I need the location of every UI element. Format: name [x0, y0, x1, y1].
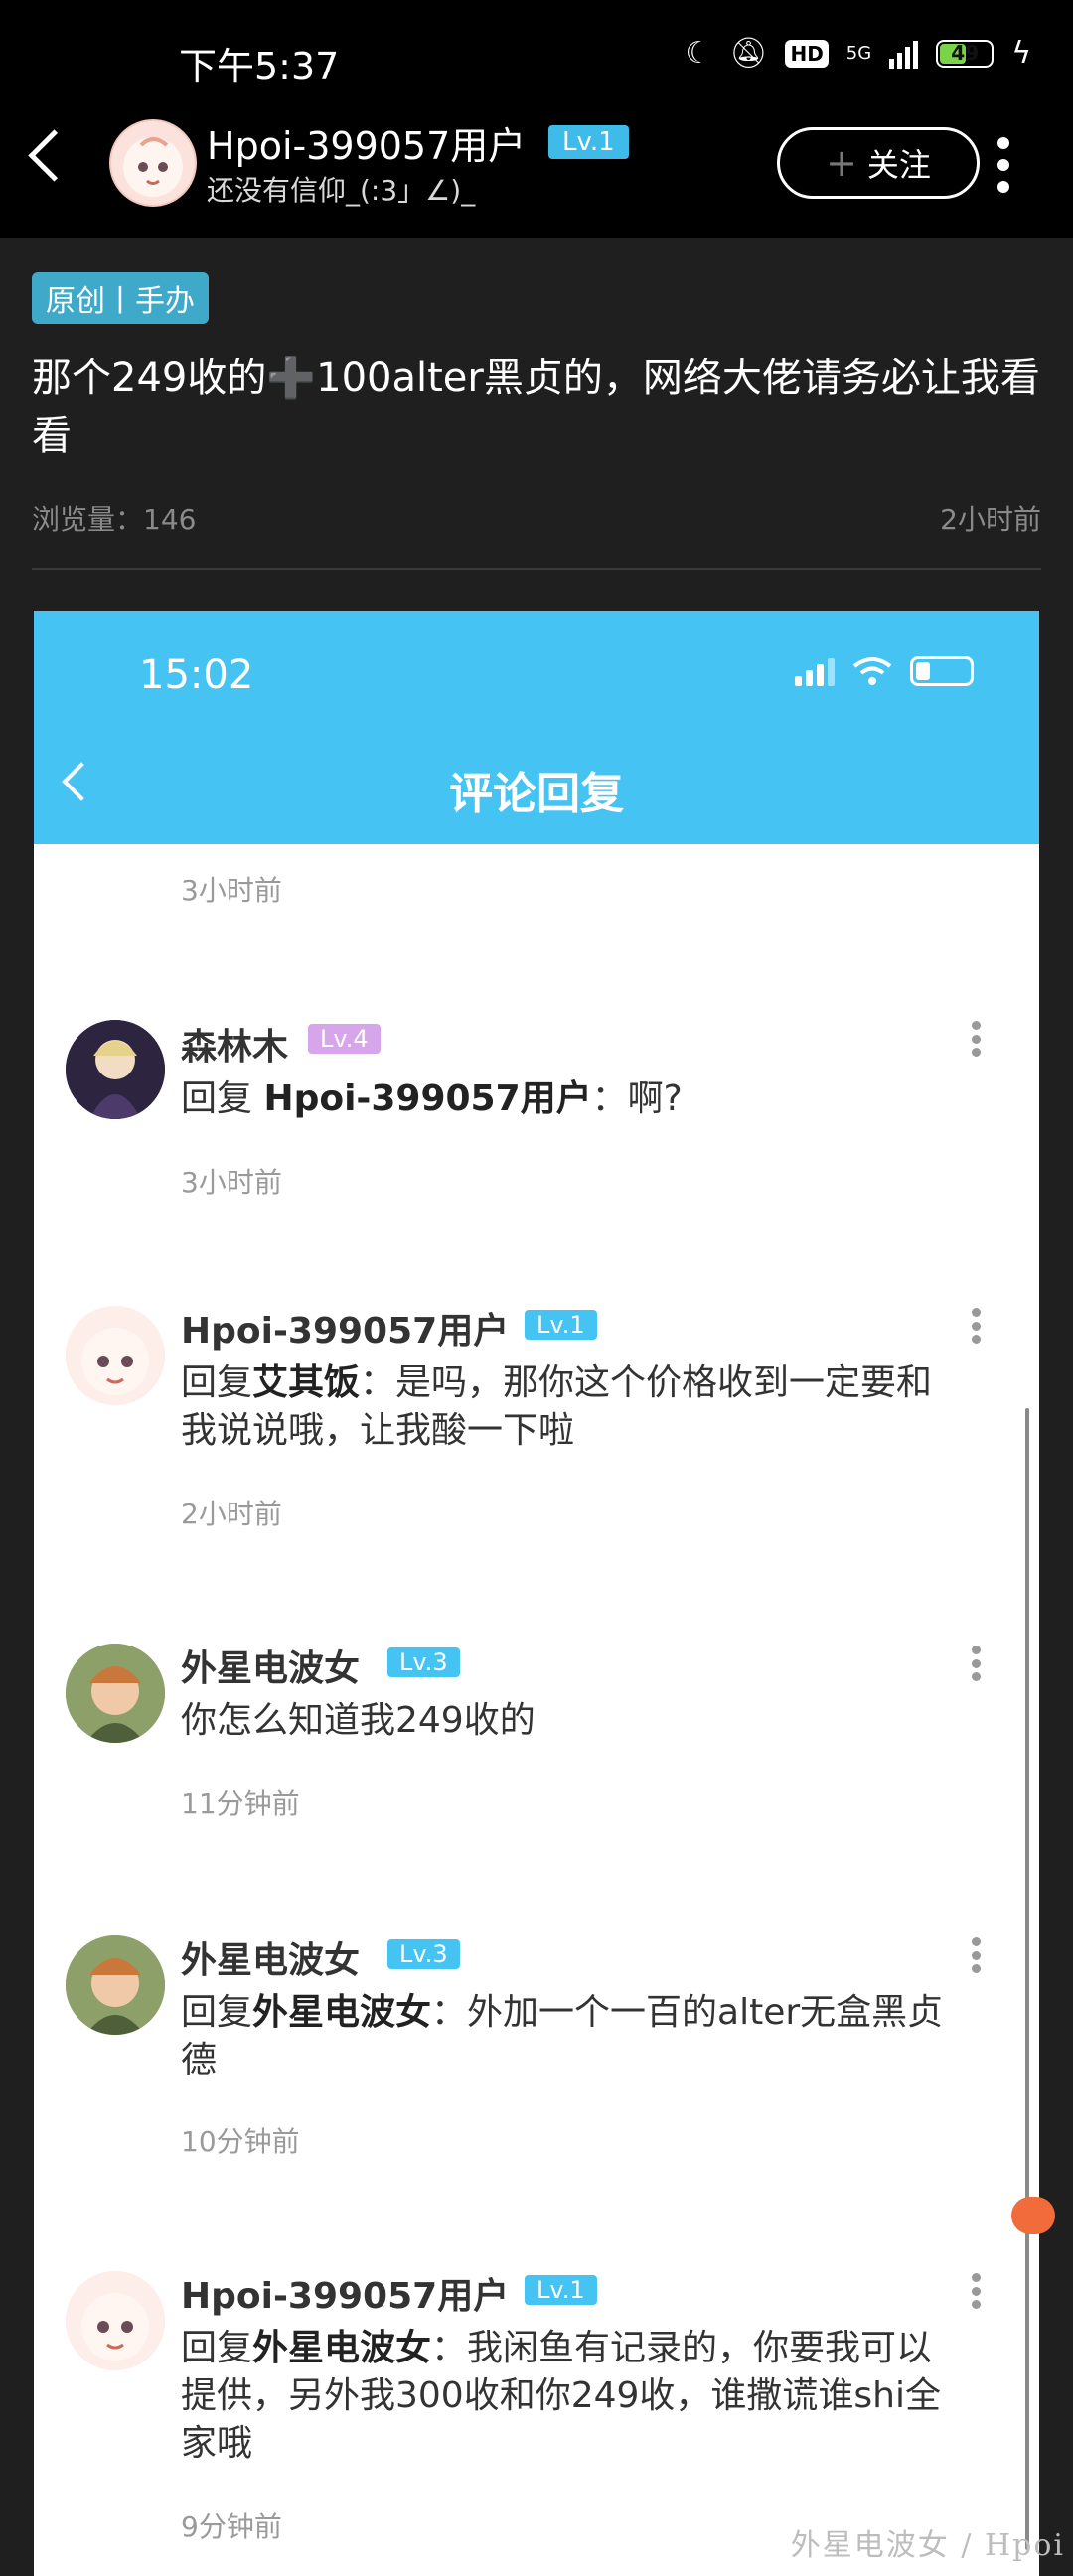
post-tag[interactable]: 原创丨手办: [32, 272, 209, 324]
post-time: 2小时前: [940, 503, 1041, 536]
comment-more-icon: [972, 1937, 982, 1973]
battery-icon: 49: [936, 39, 995, 68]
image-status-time: 15:02: [139, 652, 254, 698]
signal-icon: [795, 656, 835, 686]
avatar: [66, 1020, 165, 1119]
comment-author: Hpoi-399057用户: [181, 2276, 510, 2317]
divider: [32, 568, 1041, 570]
comment-time: 10分钟前: [181, 2125, 300, 2158]
comment-author: 外星电波女: [181, 1648, 361, 1689]
level-badge: Lv.1: [548, 125, 629, 159]
post-title: 那个249收的➕100alter黑贞的，网络大佬请务必让我看看: [32, 356, 1040, 459]
follow-button[interactable]: + 关注: [777, 127, 980, 199]
moon-icon: ☾: [685, 36, 712, 71]
comment-text: 回复艾其饭：是吗，那你这个价格收到一定要和我说说哦，让我酸一下啦: [181, 1362, 933, 1451]
comment-text: 回复 Hpoi-399057用户：啊?: [181, 1078, 683, 1119]
comment-text: 回复外星电波女：外加一个一百的alter无盒黑贞德: [181, 1992, 944, 2080]
level-badge: Lv.1: [525, 2275, 597, 2305]
status-time: 下午5:37: [179, 45, 340, 88]
comment-time: 2小时前: [181, 1498, 282, 1530]
image-page-title: 评论回复: [449, 769, 624, 819]
scrollbar-track[interactable]: [1025, 1408, 1029, 2550]
comment-time: 9分钟前: [181, 2510, 282, 2543]
level-badge: Lv.4: [308, 1024, 381, 1054]
battery-icon: [910, 656, 974, 686]
comment-more-icon: [972, 1021, 982, 1057]
comment-more-icon: [972, 2273, 982, 2309]
comment-time: 3小时前: [181, 1166, 282, 1199]
user-signature: 还没有信仰_(:3」∠)_: [207, 174, 476, 207]
comment-text: 回复外星电波女：我闲鱼有记录的，你要我可以提供，另外我300收和你249收，谁撒…: [181, 2328, 942, 2464]
image-status-icons: [795, 656, 974, 686]
comment-author: 外星电波女: [181, 1940, 361, 1981]
watermark: 外星电波女 / Hpoi: [790, 2528, 1065, 2563]
network-label: 5G: [845, 43, 872, 64]
comment-author: Hpoi-399057用户: [181, 1311, 510, 1352]
status-icons: ☾ 🔕︎ HD 5G 49 ϟ: [685, 36, 1031, 71]
hd-badge: HD: [785, 39, 829, 68]
scrollbar-thumb[interactable]: [1011, 2197, 1055, 2234]
comment-author: 森林木: [181, 1027, 289, 1068]
level-badge: Lv.1: [525, 1310, 597, 1340]
comment-time: 3小时前: [181, 874, 282, 907]
plus-icon: +: [826, 141, 857, 185]
avatar: [66, 1644, 165, 1743]
wifi-icon: [850, 656, 894, 686]
username[interactable]: Hpoi-399057用户: [207, 115, 526, 170]
comment-more-icon: [972, 1646, 982, 1681]
level-badge: Lv.3: [387, 1939, 460, 1969]
post-image[interactable]: 15:02 评论回复 3小时前 森林木 Lv.4 回复 Hpoi-399057用…: [34, 611, 1039, 2576]
comment-more-icon: [972, 1308, 982, 1344]
charging-icon: ϟ: [1011, 36, 1031, 71]
comment-time: 11分钟前: [181, 1788, 300, 1820]
image-header: 15:02 评论回复: [34, 611, 1039, 844]
comment-text: 你怎么知道我249收的: [181, 1700, 536, 1741]
more-options-icon[interactable]: [997, 137, 1011, 193]
follow-label: 关注: [866, 146, 931, 184]
mute-bell-icon: 🔕︎: [729, 36, 768, 71]
avatar[interactable]: [109, 119, 197, 207]
level-badge: Lv.3: [387, 1647, 460, 1677]
signal-icon: [889, 39, 919, 69]
avatar: [66, 2271, 165, 2370]
view-count: 浏览量：146: [32, 503, 197, 536]
avatar: [66, 1306, 165, 1405]
avatar: [66, 1935, 165, 2035]
